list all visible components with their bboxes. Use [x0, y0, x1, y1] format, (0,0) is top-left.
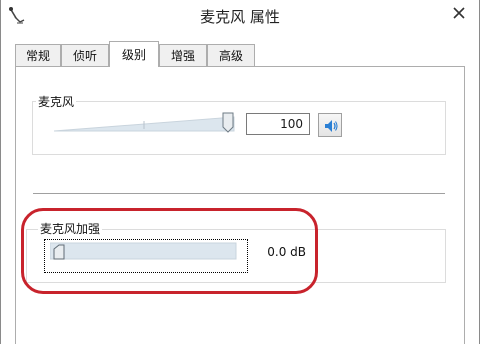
properties-window: 麦克风 属性 常规 侦听 级别 增强 高级 麦克风 100 麦克风加强 0.0 … — [0, 0, 480, 344]
section-divider — [33, 193, 445, 194]
microphone-label: 麦克风 — [36, 93, 77, 110]
levels-panel: 麦克风 100 麦克风加强 0.0 dB — [15, 66, 465, 344]
microphone-level-value[interactable]: 100 — [246, 113, 310, 135]
microphone-slider-thumb[interactable] — [222, 112, 234, 133]
tab-strip: 常规 侦听 级别 增强 高级 — [15, 41, 465, 67]
tab-levels[interactable]: 级别 — [109, 41, 159, 67]
title-bar[interactable]: 麦克风 属性 — [1, 0, 479, 34]
microphone-level-slider[interactable] — [54, 109, 240, 139]
boost-highlight-annotation — [21, 208, 318, 294]
close-button[interactable] — [439, 0, 479, 26]
window-title: 麦克风 属性 — [200, 8, 280, 26]
tab-listen[interactable]: 侦听 — [61, 44, 109, 66]
tab-advanced[interactable]: 高级 — [207, 44, 255, 66]
mute-button[interactable] — [318, 113, 342, 137]
speaker-icon — [325, 120, 338, 132]
tab-enhancements[interactable]: 增强 — [159, 44, 207, 66]
tab-general[interactable]: 常规 — [15, 44, 61, 66]
close-icon — [453, 7, 465, 19]
